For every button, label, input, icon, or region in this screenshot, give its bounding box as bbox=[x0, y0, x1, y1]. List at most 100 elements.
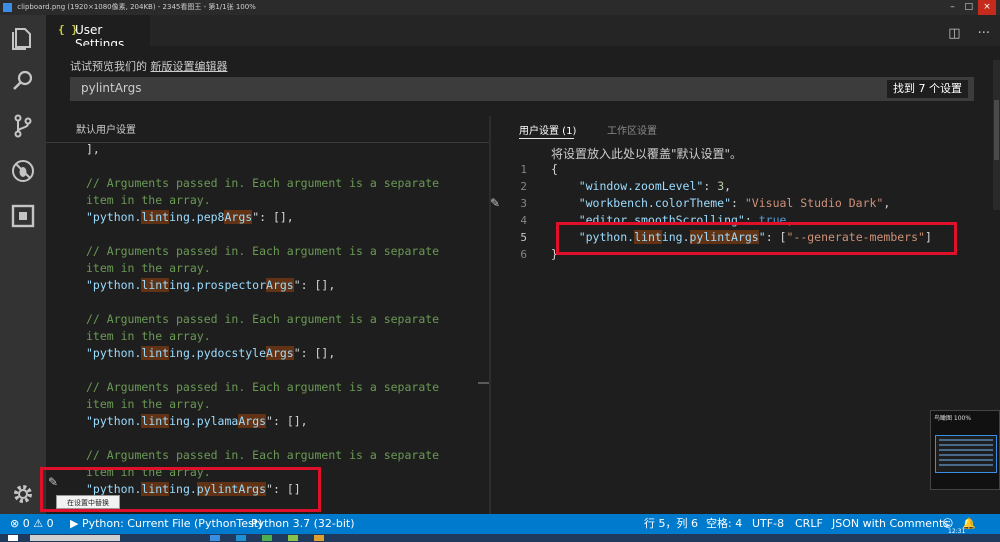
error-count: 0 bbox=[22, 517, 30, 530]
minimize-icon[interactable]: – bbox=[946, 0, 960, 15]
preview-prefix: 试试预览我们的 bbox=[70, 60, 147, 73]
viewer-overview-panel[interactable]: 鸟瞰图 100% bbox=[930, 410, 1000, 490]
code-line: item in the array. bbox=[86, 260, 211, 277]
language-mode[interactable]: JSON with Comments bbox=[832, 514, 949, 534]
image-viewer-titlebar: clipboard.png (1920×1080像素, 204KB) - 234… bbox=[0, 0, 1000, 15]
code-line: "window.zoomLevel": 3, bbox=[551, 178, 731, 195]
code-comment: // Arguments passed in. Each argument is… bbox=[86, 448, 440, 462]
code-token: , bbox=[724, 179, 732, 193]
code-line: item in the array. bbox=[86, 192, 211, 209]
search-match: lint bbox=[141, 210, 170, 224]
run-configuration[interactable]: ▶ Python: Current File (PythonTest) bbox=[70, 514, 262, 534]
python-interpreter[interactable]: Python 3.7 (32-bit) bbox=[251, 514, 355, 534]
setting-key: ing.pydocstyle bbox=[169, 346, 267, 360]
code-token: : bbox=[703, 179, 718, 193]
viewer-logo-icon bbox=[3, 3, 12, 12]
indentation[interactable]: 空格: 4 bbox=[706, 514, 742, 534]
tab-user-settings[interactable]: { } User Settings bbox=[46, 15, 150, 51]
preview-notice: 试试预览我们的 新版设置编辑器 bbox=[70, 58, 228, 74]
override-hint: 将设置放入此处以覆盖"默认设置"。 bbox=[551, 147, 743, 161]
status-bar: ⊗ 0 ⚠ 0 ▶ Python: Current File (PythonTe… bbox=[0, 514, 1000, 534]
settings-header: 试试预览我们的 新版设置编辑器 pylintArgs 找到 7 个设置 bbox=[46, 46, 1000, 116]
setting-key: ing.pep8 bbox=[169, 210, 225, 224]
extensions-icon[interactable] bbox=[10, 203, 36, 229]
encoding[interactable]: UTF-8 bbox=[752, 514, 784, 534]
new-settings-editor-link[interactable]: 新版设置编辑器 bbox=[151, 60, 228, 73]
code-line: "python.linting.pylamaArgs": [], bbox=[86, 413, 308, 430]
search-match: Args bbox=[266, 346, 294, 360]
activity-bar bbox=[0, 15, 46, 514]
scrollbar-thumb[interactable] bbox=[994, 100, 999, 160]
error-icon: ⊗ bbox=[10, 517, 20, 530]
search-match: lint bbox=[141, 278, 170, 292]
search-icon[interactable] bbox=[10, 68, 36, 94]
search-match: lint bbox=[141, 414, 170, 428]
debug-icon[interactable] bbox=[10, 158, 36, 184]
taskbar-app-icon[interactable] bbox=[210, 535, 220, 541]
outer-scrollbar[interactable] bbox=[993, 60, 1000, 210]
cursor-position[interactable]: 行 5，列 6 bbox=[644, 514, 698, 534]
setting-key: "python. bbox=[86, 414, 142, 428]
maximize-icon[interactable]: □ bbox=[962, 0, 976, 15]
search-value: pylintArgs bbox=[81, 81, 142, 95]
taskbar-app-icon[interactable] bbox=[262, 535, 272, 541]
search-match: Args bbox=[224, 210, 253, 224]
tab-user-settings-pane[interactable]: 用户设置 (1) bbox=[519, 122, 576, 137]
code-comment: // Arguments passed in. Each argument is… bbox=[86, 312, 440, 326]
files-icon[interactable] bbox=[10, 25, 36, 51]
code-comment: // Arguments passed in. Each argument is… bbox=[86, 244, 440, 258]
line-number: 3 bbox=[520, 197, 527, 210]
overview-caption: 鸟瞰图 100% bbox=[934, 415, 972, 422]
pane-separator bbox=[46, 142, 490, 143]
active-tab-underline bbox=[519, 138, 574, 139]
code-line: ], bbox=[86, 141, 100, 158]
taskbar-app-icon[interactable] bbox=[288, 535, 298, 541]
result-count-badge: 找到 7 个设置 bbox=[887, 80, 968, 98]
os-taskbar: 12:31 bbox=[0, 528, 1000, 542]
code-line: "python.linting.prospectorArgs": [], bbox=[86, 277, 335, 294]
code-line: // Arguments passed in. Each argument is… bbox=[86, 243, 439, 260]
code-token: { bbox=[551, 162, 558, 176]
annotation-box-user-setting bbox=[556, 222, 957, 255]
taskbar-app-icon[interactable] bbox=[314, 535, 324, 541]
code-token: , bbox=[883, 196, 891, 210]
code-token: "workbench.colorTheme" bbox=[551, 196, 732, 210]
close-icon[interactable]: × bbox=[978, 0, 996, 15]
code-line: { bbox=[551, 161, 558, 178]
code-line: // Arguments passed in. Each argument is… bbox=[86, 447, 439, 464]
code-comment: item in the array. bbox=[86, 261, 211, 275]
code-comment: // Arguments passed in. Each argument is… bbox=[86, 380, 440, 394]
setting-value: ": [], bbox=[266, 414, 308, 428]
viewer-window-controls: – □ × bbox=[946, 0, 996, 15]
edit-pencil-icon[interactable]: ✎ bbox=[490, 196, 500, 210]
viewer-title: clipboard.png (1920×1080像素, 204KB) - 234… bbox=[17, 3, 256, 11]
code-line: // Arguments passed in. Each argument is… bbox=[86, 379, 439, 396]
split-editor-icon[interactable]: ◫ bbox=[948, 26, 960, 41]
code-line: // Arguments passed in. Each argument is… bbox=[86, 175, 439, 192]
code-token: : bbox=[731, 196, 745, 210]
code-comment: item in the array. bbox=[86, 193, 211, 207]
code-comment: item in the array. bbox=[86, 397, 211, 411]
warning-icon: ⚠ bbox=[33, 517, 44, 530]
settings-search-input[interactable]: pylintArgs 找到 7 个设置 bbox=[70, 77, 974, 101]
code-line: // Arguments passed in. Each argument is… bbox=[86, 311, 439, 328]
code-token: "Visual Studio Dark" bbox=[744, 196, 884, 210]
setting-value: ": [], bbox=[252, 210, 294, 224]
start-icon[interactable] bbox=[8, 535, 18, 541]
gear-icon[interactable] bbox=[10, 481, 36, 507]
search-match: Args bbox=[238, 414, 267, 428]
more-actions-icon[interactable]: ··· bbox=[978, 26, 990, 41]
search-match: lint bbox=[141, 346, 170, 360]
code-comment: // Arguments passed in. Each argument is… bbox=[86, 176, 440, 190]
vscode-taskbar-icon[interactable] bbox=[236, 535, 246, 541]
line-ending[interactable]: CRLF bbox=[795, 514, 823, 534]
taskbar-search[interactable] bbox=[30, 535, 120, 541]
setting-key: "python. bbox=[86, 346, 142, 360]
source-control-icon[interactable] bbox=[10, 113, 36, 139]
overview-thumbnail[interactable] bbox=[935, 435, 997, 473]
tab-workspace-settings[interactable]: 工作区设置 bbox=[607, 122, 657, 137]
setting-value: ": [], bbox=[293, 278, 336, 292]
code-line: "workbench.colorTheme": "Visual Studio D… bbox=[551, 195, 891, 212]
problems-indicator[interactable]: ⊗ 0 ⚠ 0 bbox=[10, 514, 54, 534]
line-number: 1 bbox=[520, 163, 527, 176]
